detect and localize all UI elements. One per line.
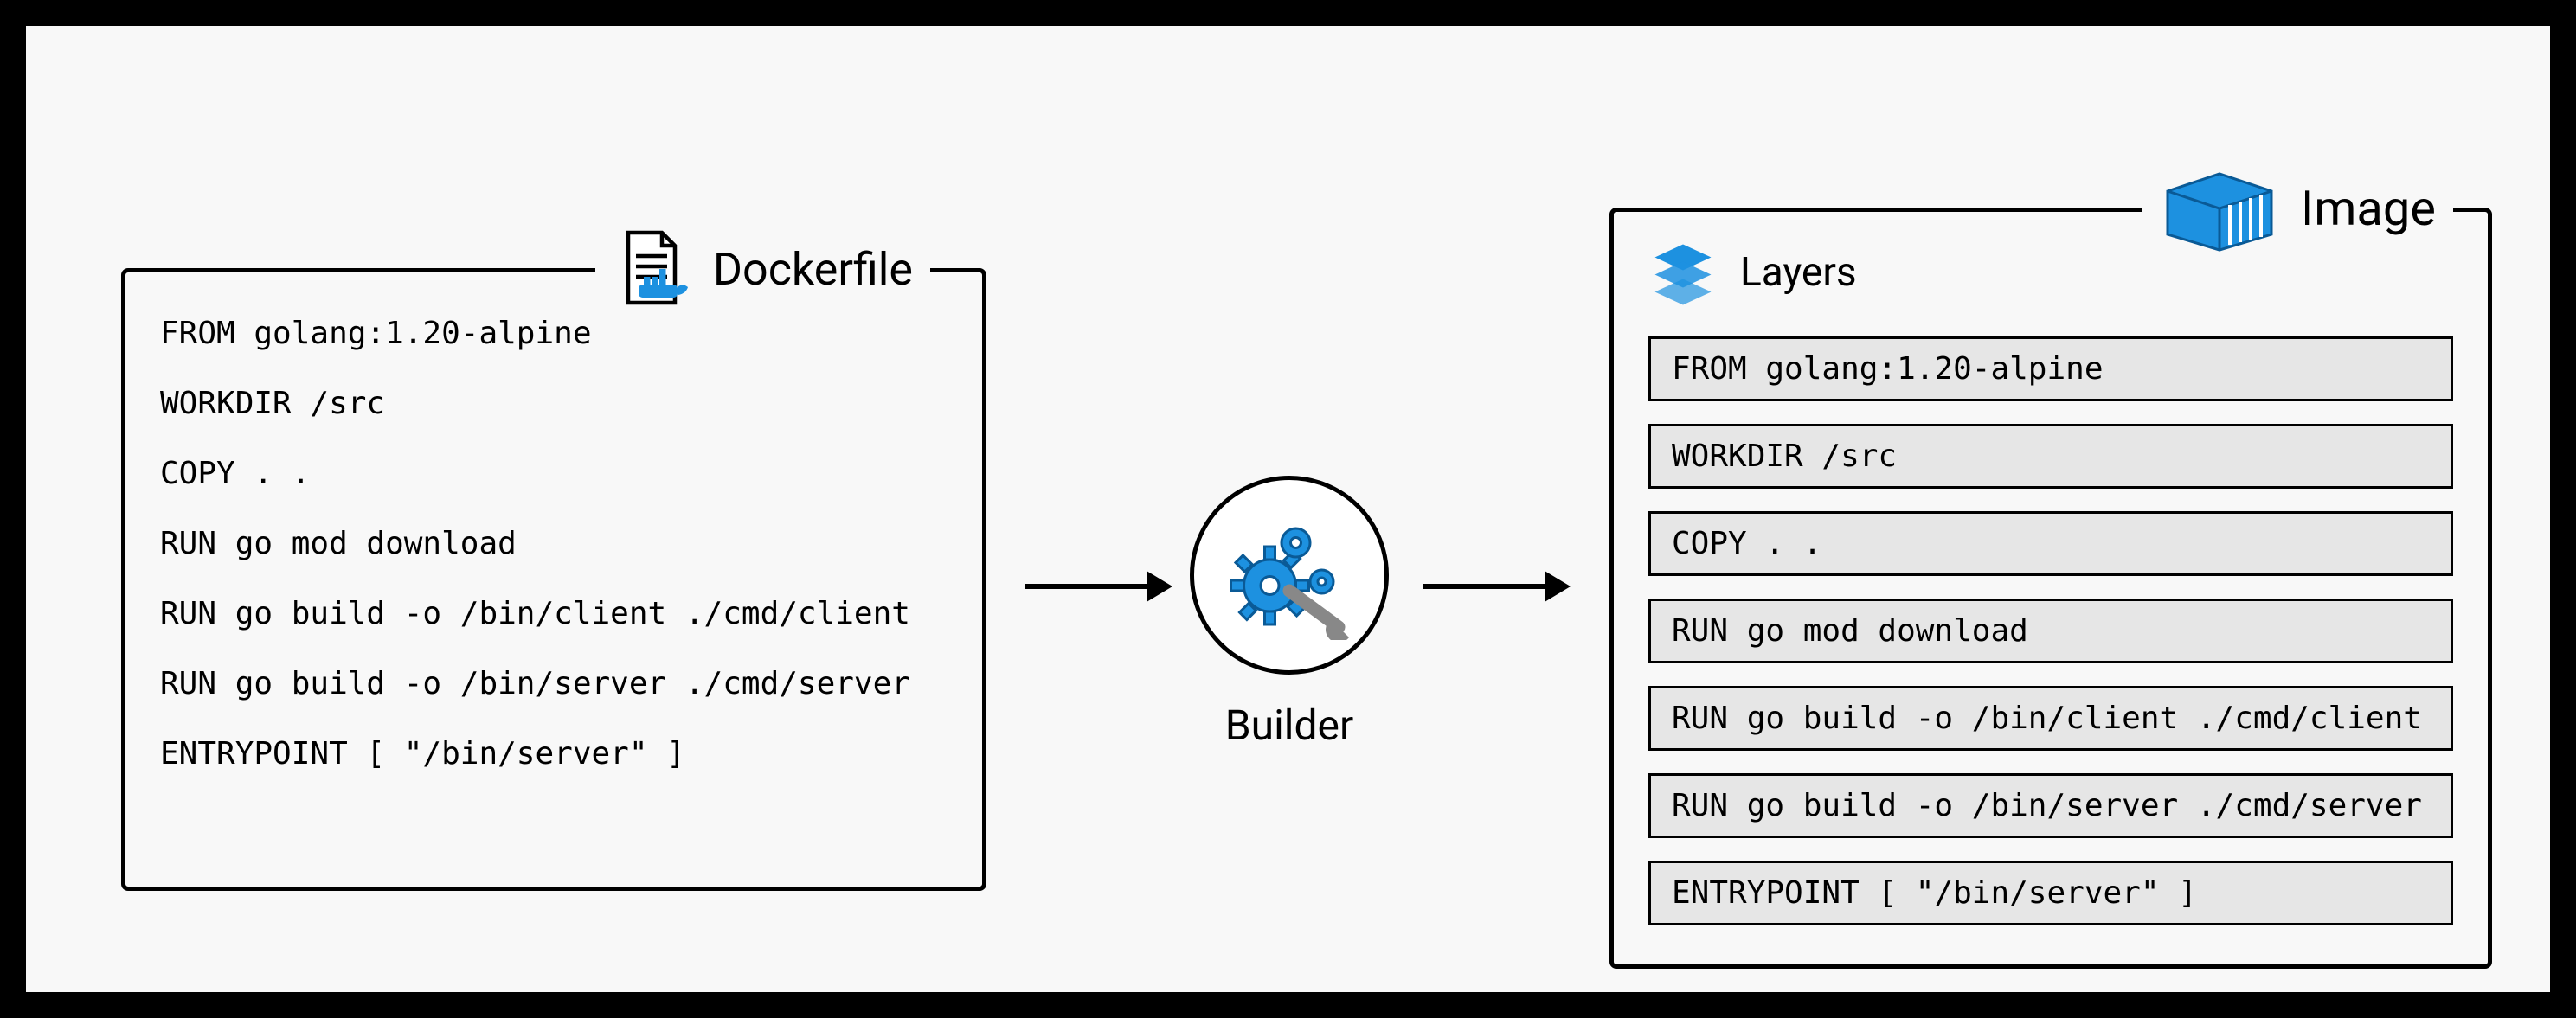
layer-row: RUN go mod download [1648,599,2453,663]
builder-node: Builder [1185,476,1393,750]
dockerfile-line: RUN go build -o /bin/server ./cmd/server [160,666,948,701]
dockerfile-line: WORKDIR /src [160,386,948,421]
dockerfile-lines: FROM golang:1.20-alpine WORKDIR /src COP… [160,316,948,772]
builder-circle [1190,476,1389,675]
dockerfile-legend: Dockerfile [595,227,930,311]
layers-label: Layers [1740,249,1857,296]
arrow-right-icon [1025,571,1172,602]
image-title: Image [2301,180,2436,237]
layers-icon [1648,238,1718,307]
layer-row: RUN go build -o /bin/server ./cmd/server [1648,773,2453,838]
layers-list: FROM golang:1.20-alpine WORKDIR /src COP… [1648,336,2453,925]
layer-row: ENTRYPOINT [ "/bin/server" ] [1648,861,2453,925]
dockerfile-line: ENTRYPOINT [ "/bin/server" ] [160,736,948,772]
image-legend: Image [2142,165,2453,252]
builder-label: Builder [1185,701,1393,750]
diagram-canvas: Dockerfile FROM golang:1.20-alpine WORKD… [26,26,2550,992]
dockerfile-line: FROM golang:1.20-alpine [160,316,948,351]
dockerfile-icon [613,227,696,311]
dockerfile-line: RUN go build -o /bin/client ./cmd/client [160,596,948,631]
container-icon [2159,165,2280,252]
layer-row: COPY . . [1648,511,2453,576]
layer-row: WORKDIR /src [1648,424,2453,489]
dockerfile-panel: Dockerfile FROM golang:1.20-alpine WORKD… [121,268,986,891]
dockerfile-line: RUN go mod download [160,526,948,561]
image-panel: Image Layers FROM golang:1.20-alpine WOR… [1609,208,2492,969]
layer-row: FROM golang:1.20-alpine [1648,336,2453,401]
gears-icon [1224,510,1354,640]
arrow-right-icon [1423,571,1571,602]
layer-row: RUN go build -o /bin/client ./cmd/client [1648,686,2453,751]
dockerfile-title: Dockerfile [713,243,913,296]
dockerfile-line: COPY . . [160,456,948,491]
